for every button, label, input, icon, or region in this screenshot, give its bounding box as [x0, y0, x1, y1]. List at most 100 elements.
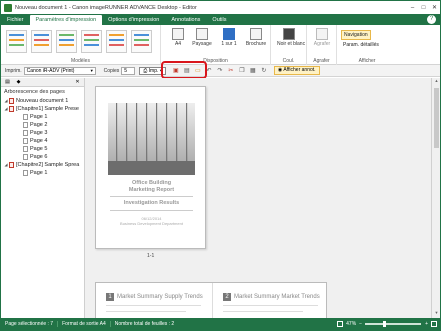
minimize-button[interactable]: – — [407, 3, 418, 13]
pin-icon[interactable]: ✕ — [73, 79, 82, 86]
tree-node-page[interactable]: Page 6 — [1, 153, 84, 161]
page-icon — [23, 129, 28, 136]
help-icon[interactable]: ? — [427, 15, 436, 24]
tree-node-page[interactable]: Page 1 — [1, 169, 84, 177]
scroll-up-icon[interactable]: ▲ — [432, 78, 440, 86]
pdf-icon[interactable]: ▣ — [172, 67, 180, 75]
zoom-level: 47% — [346, 321, 357, 327]
print-button[interactable]: ⎙ Imp. ▾ — [139, 66, 166, 75]
detailed-settings-button[interactable]: Param. détaillés — [341, 41, 381, 49]
open-folder-icon[interactable]: ▭ — [194, 67, 202, 75]
full-screen-icon[interactable] — [431, 321, 437, 327]
tree-node-page[interactable]: Page 4 — [1, 137, 84, 145]
tab-parametres-impression[interactable]: Paramètres d'impression — [29, 15, 103, 25]
status-output-format: Format de sortie A4 — [58, 321, 111, 327]
chapter-icon — [9, 105, 14, 112]
page-icon — [23, 153, 28, 160]
tab-options-impression[interactable]: Options d'impression — [102, 15, 165, 25]
template-thumb[interactable] — [6, 30, 27, 53]
brochure-button[interactable]: Brochure — [243, 28, 269, 47]
template-thumb[interactable] — [131, 30, 152, 53]
scroll-thumb[interactable] — [434, 88, 439, 148]
template-thumb[interactable] — [31, 30, 52, 53]
page-preview[interactable]: 1 Market Summary Supply Trends 2 Market Su… — [95, 282, 327, 318]
eye-icon: ◉ — [277, 67, 283, 73]
tree-node-page[interactable]: Page 3 — [1, 129, 84, 137]
printer-label: Imprim. — [5, 67, 22, 74]
template-thumb[interactable] — [56, 30, 77, 53]
refresh-icon[interactable]: ↻ — [260, 67, 268, 75]
cover-subtitle: Investigation Results — [123, 200, 180, 206]
page-number-label: 1-1 — [147, 253, 155, 259]
copies-label: Copies — [103, 67, 120, 74]
tree-node-document[interactable]: ◢ Nouveau document 1 — [1, 97, 84, 105]
chapter-icon — [9, 161, 14, 168]
ribbon-tabs: Fichier Paramètres d'impression Options … — [1, 14, 440, 25]
staple-icon — [316, 28, 328, 40]
tree-node-chapter[interactable]: ◢ [Chapitre1] Sample Prese — [1, 105, 84, 113]
chevron-down-icon: ▼ — [89, 67, 94, 73]
copies-input[interactable]: 5 — [121, 66, 136, 75]
preview-canvas[interactable]: Office Building Marketing Report Investi… — [85, 78, 431, 318]
page-tree-pane: ▤ ◆ ✕ Arborescence des pages ◢ Nouveau do… — [1, 78, 85, 318]
save-icon[interactable]: ▤ — [183, 67, 191, 75]
page-icon — [23, 113, 28, 120]
page-tree-tab-icon[interactable]: ▤ — [3, 79, 12, 86]
zoom-slider-knob[interactable] — [383, 321, 387, 327]
template-thumb[interactable] — [106, 30, 127, 53]
group-couleur: Noir et blanc Coul. — [271, 25, 307, 65]
zoom-out-icon[interactable]: − — [359, 321, 362, 327]
redo-icon[interactable]: ↷ — [216, 67, 224, 75]
status-selected-page: Page sélectionnée : 7 — [1, 321, 59, 327]
template-thumb[interactable] — [81, 30, 102, 53]
zoom-slider[interactable] — [365, 321, 422, 327]
tab-annotations[interactable]: Annotations — [165, 15, 206, 25]
toolbar: Imprim. Canon iR-ADV (Print) ▼ Copies 5 … — [1, 65, 440, 77]
group-modeles: Modèles — [1, 25, 161, 65]
cut-icon[interactable]: ✂ — [227, 67, 235, 75]
orientation-icon — [196, 28, 208, 40]
building-photo — [108, 103, 195, 175]
chevron-down-icon: ▾ — [159, 67, 162, 74]
orientation-button[interactable]: Paysage — [189, 28, 215, 47]
color-mode-icon — [283, 28, 295, 40]
pane-title: Arborescence des pages — [1, 87, 84, 97]
ribbon: Modèles A4 Paysage 1 sur 1 Brochure Disp… — [1, 25, 440, 65]
paste-icon[interactable]: ▦ — [249, 67, 257, 75]
tree-node-page[interactable]: Page 2 — [1, 121, 84, 129]
copy-icon[interactable]: ❐ — [238, 67, 246, 75]
page-icon — [23, 137, 28, 144]
bookmark-tab-icon[interactable]: ◆ — [14, 79, 23, 86]
printer-select[interactable]: Canon iR-ADV (Print) ▼ — [23, 66, 96, 75]
pages-per-sheet-button[interactable]: 1 sur 1 — [219, 28, 239, 47]
navigation-button[interactable]: Navigation — [341, 30, 371, 40]
app-window: Nouveau document 1 - Canon imageRUNNER A… — [0, 0, 441, 331]
brochure-icon — [250, 28, 262, 40]
page-icon — [23, 145, 28, 152]
vertical-scrollbar[interactable]: ▲ ▼ — [431, 78, 440, 318]
tree-node-page[interactable]: Page 5 — [1, 145, 84, 153]
page-preview[interactable]: Office Building Marketing Report Investi… — [95, 86, 206, 249]
format-button[interactable]: A4 — [167, 28, 189, 47]
window-title: Nouveau document 1 - Canon imageRUNNER A… — [15, 4, 197, 11]
close-button[interactable]: ✕ — [429, 3, 440, 13]
scroll-down-icon[interactable]: ▼ — [432, 310, 440, 318]
tab-fichier[interactable]: Fichier — [1, 15, 30, 25]
maximize-button[interactable]: □ — [418, 3, 429, 13]
group-label-agrafer: Agrafer — [313, 58, 330, 64]
fit-page-icon[interactable] — [337, 321, 344, 327]
group-agrafer: Agrafer Agrafer — [307, 25, 337, 65]
cover-title: Office Building Marketing Report — [128, 180, 175, 193]
color-mode-button[interactable]: Noir et blanc — [277, 28, 305, 47]
tree-node-page[interactable]: Page 1 — [1, 113, 84, 121]
undo-icon[interactable]: ↶ — [205, 67, 213, 75]
staple-button[interactable]: Agrafer — [311, 28, 333, 47]
show-annotations-button[interactable]: ◉ Afficher annot. — [273, 66, 320, 75]
page-format-icon — [172, 28, 184, 40]
tab-outils[interactable]: Outils — [206, 15, 232, 25]
title-bar: Nouveau document 1 - Canon imageRUNNER A… — [1, 1, 440, 14]
pages-per-sheet-icon — [223, 28, 235, 40]
tree-node-chapter[interactable]: ◢ [Chapitre2] Sample Sprea — [1, 161, 84, 169]
zoom-in-icon[interactable]: + — [425, 321, 428, 327]
cover-meta: 06/12/2014 Business Development Departme… — [120, 216, 183, 226]
